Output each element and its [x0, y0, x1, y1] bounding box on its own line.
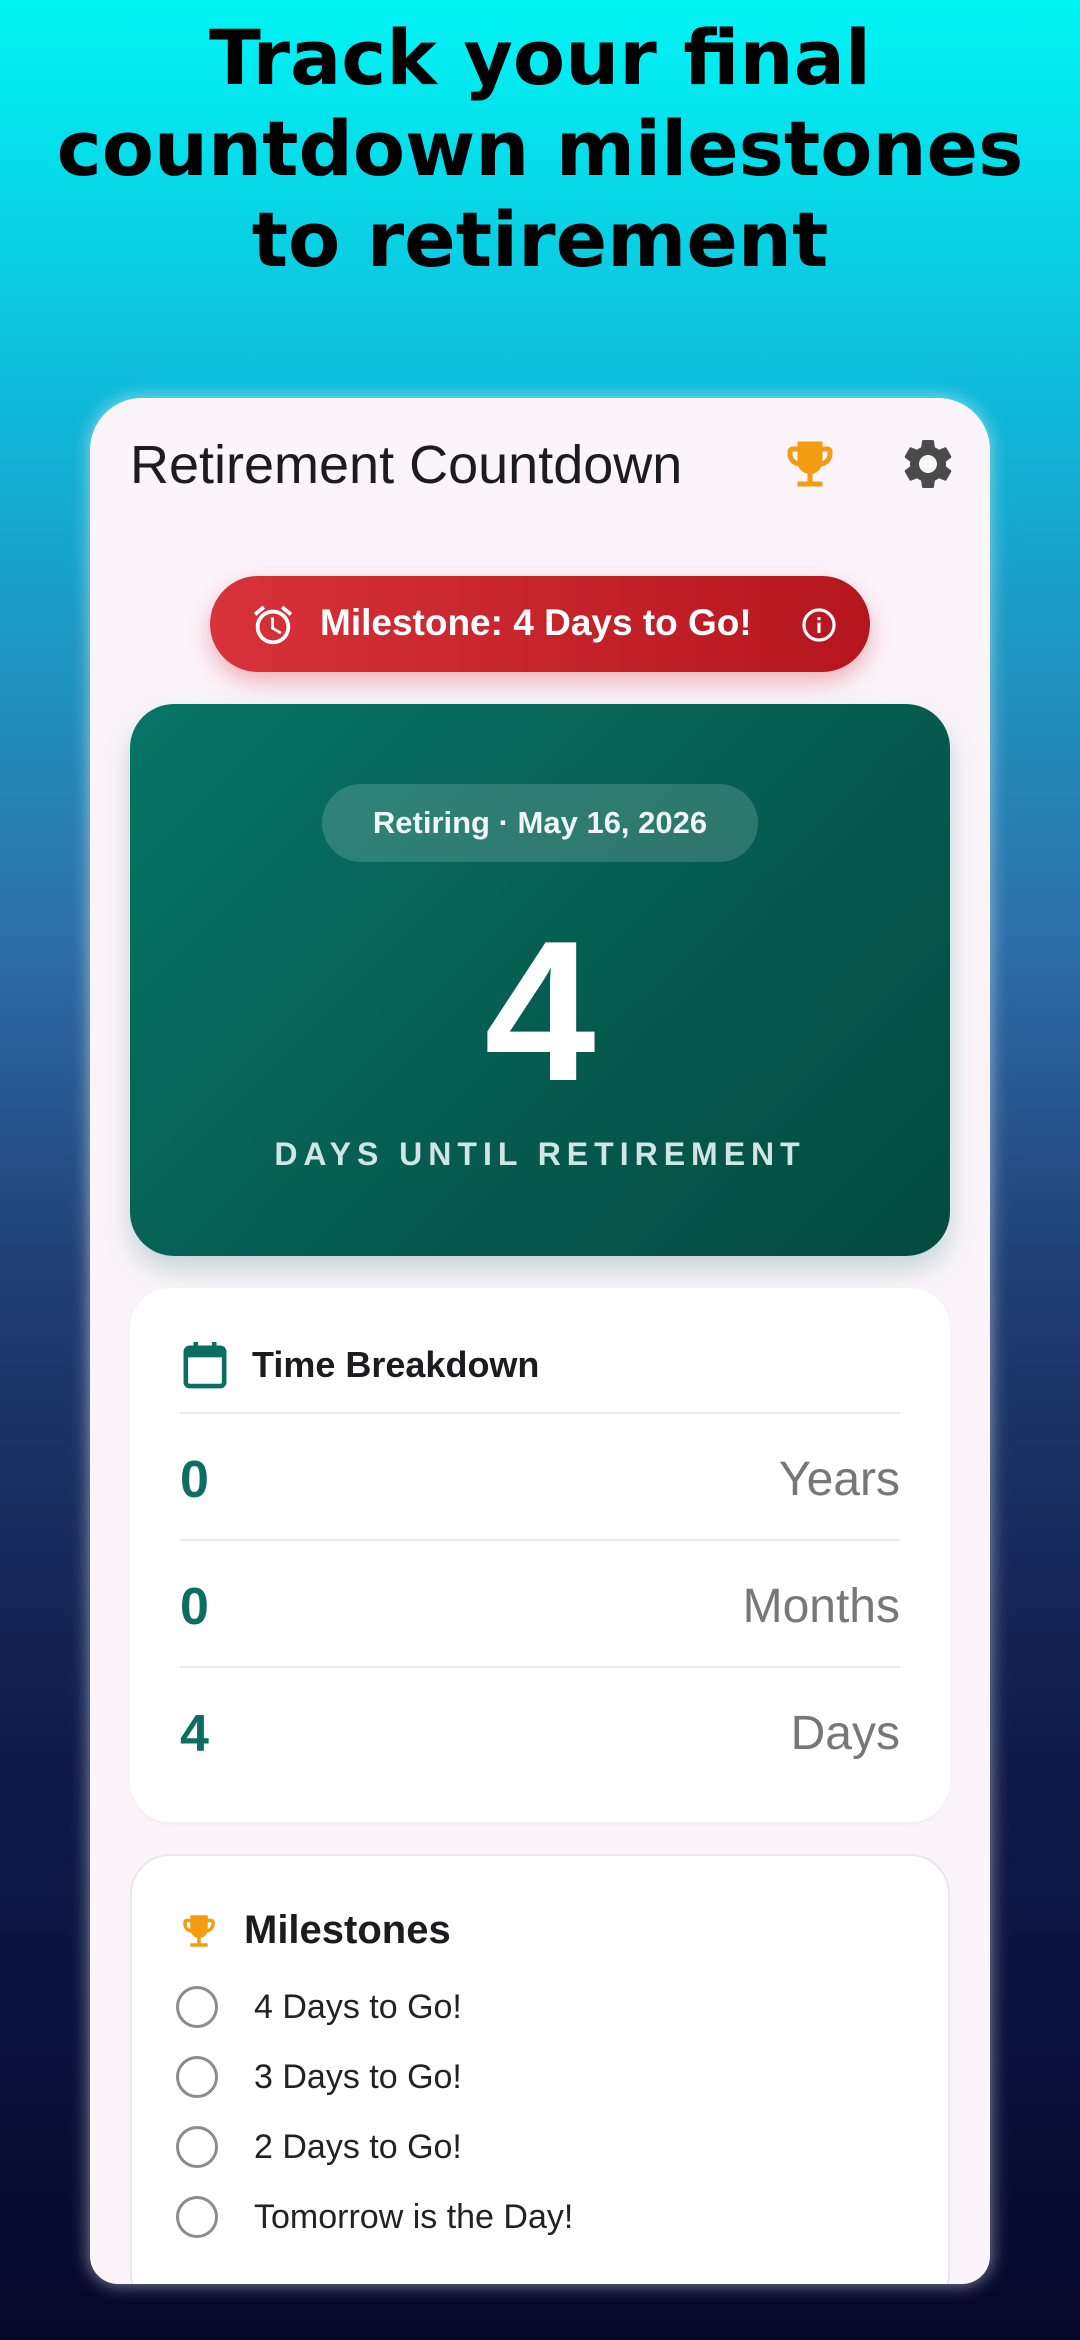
promo-headline: Track your final countdown milestones to…	[56, 13, 1024, 284]
days-value: 4	[180, 1705, 209, 1763]
years-value: 0	[180, 1451, 209, 1509]
gear-icon[interactable]	[898, 434, 958, 494]
milestone-radio[interactable]	[176, 1986, 218, 2028]
breakdown-row-months: 0 Months	[180, 1539, 900, 1666]
milestone-radio[interactable]	[176, 2126, 218, 2168]
breakdown-row-days: 4 Days	[180, 1666, 900, 1793]
alarm-icon	[250, 602, 296, 648]
days-remaining-caption: DAYS UNTIL RETIREMENT	[274, 1136, 806, 1172]
time-breakdown-title: Time Breakdown	[252, 1344, 540, 1385]
milestone-item[interactable]: 4 Days to Go!	[176, 1978, 896, 2038]
milestone-radio[interactable]	[176, 2196, 218, 2238]
milestone-label: 4 Days to Go!	[254, 1988, 462, 2026]
info-icon[interactable]	[800, 606, 838, 644]
trophy-icon[interactable]	[780, 434, 840, 494]
years-label: Years	[779, 1453, 900, 1506]
milestone-label: Tomorrow is the Day!	[254, 2198, 574, 2236]
days-remaining-number: 4	[484, 900, 596, 1123]
milestone-label: 3 Days to Go!	[254, 2058, 462, 2096]
milestones-title: Milestones	[244, 1908, 451, 1952]
app-bar: Retirement Countdown	[90, 398, 990, 528]
milestone-item[interactable]: Tomorrow is the Day!	[176, 2188, 896, 2248]
breakdown-row-years: 0 Years	[180, 1412, 900, 1539]
calendar-icon	[182, 1340, 228, 1390]
retirement-date-pill: Retiring · May 16, 2026	[322, 784, 758, 862]
countdown-hero-card: Retiring · May 16, 2026 4 DAYS UNTIL RET…	[130, 704, 950, 1256]
milestone-item[interactable]: 3 Days to Go!	[176, 2048, 896, 2108]
app-screen: Retirement Countdown Milestone: 4 Days t…	[90, 398, 990, 2284]
trophy-icon	[178, 1910, 220, 1952]
milestone-label: 2 Days to Go!	[254, 2128, 462, 2166]
app-title: Retirement Countdown	[130, 435, 683, 495]
time-breakdown-card: Time Breakdown 0 Years 0 Months 4 Days	[130, 1288, 950, 1822]
months-value: 0	[180, 1578, 209, 1636]
days-label: Days	[790, 1707, 900, 1760]
months-label: Months	[742, 1580, 900, 1633]
milestones-card: Milestones 4 Days to Go! 3 Days to Go! 2…	[130, 1854, 950, 2284]
milestone-banner[interactable]: Milestone: 4 Days to Go!	[210, 576, 870, 672]
milestone-radio[interactable]	[176, 2056, 218, 2098]
milestone-item[interactable]: 2 Days to Go!	[176, 2118, 896, 2178]
milestone-banner-text: Milestone: 4 Days to Go!	[320, 602, 752, 643]
